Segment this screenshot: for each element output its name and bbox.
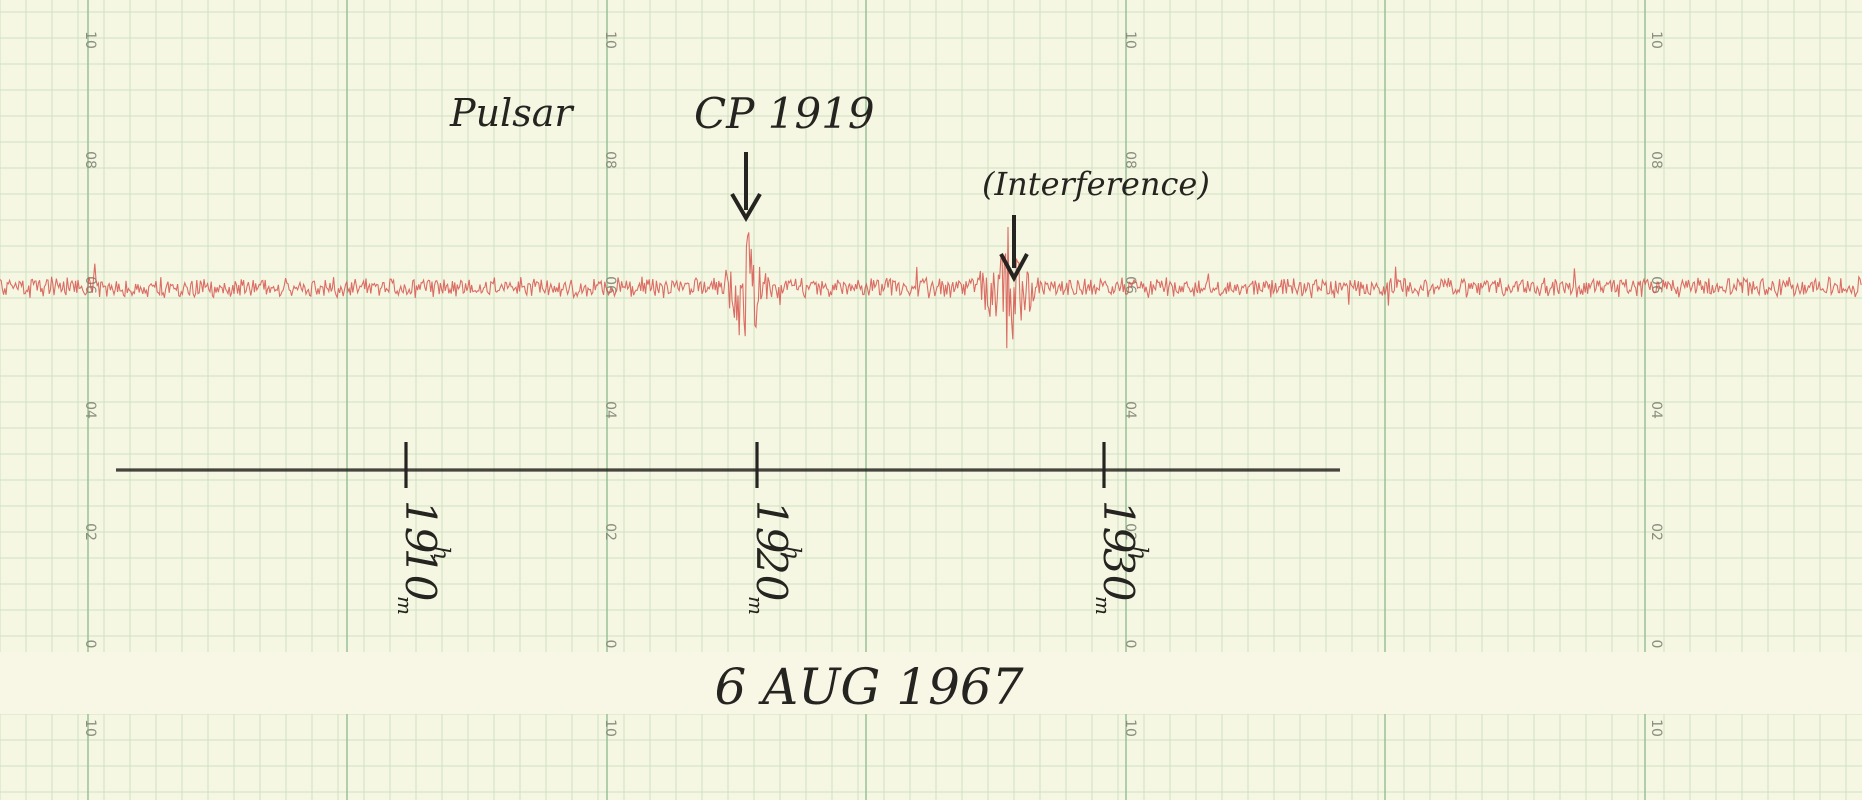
time-mark-label: 19h10m (393, 500, 453, 615)
y-tick-label: 0 (1648, 640, 1664, 649)
y-tick-label: 10 (602, 31, 618, 49)
y-tick-label: 0 (602, 640, 618, 649)
time-mark-minutes: 30 (1094, 548, 1143, 601)
time-mark-minutes: 20 (747, 547, 796, 601)
time-mark-minutes-suffix: m (393, 596, 417, 615)
time-mark-minutes-suffix: m (1091, 596, 1115, 615)
time-mark-label: 19h20m (744, 500, 804, 615)
y-tick-label: 02 (1648, 523, 1664, 541)
lower-strip-tick-label: 10 (602, 719, 618, 737)
y-tick-label: 08 (602, 151, 618, 169)
y-tick-label: 10 (82, 31, 98, 49)
y-tick-label: 04 (602, 401, 618, 419)
lower-strip-tick-label: 10 (1122, 719, 1138, 737)
annotation-pulsar-word: Pulsar (449, 91, 575, 135)
y-tick-label: 02 (602, 523, 618, 541)
time-mark-label: 19h30m (1091, 500, 1151, 615)
annotation-pulsar-name: CP 1919 (694, 89, 875, 138)
annotation-interference: (Interference) (982, 165, 1210, 203)
y-tick-label: 08 (82, 151, 98, 169)
lower-strip-tick-label: 10 (82, 719, 98, 737)
y-tick-label: 10 (1122, 31, 1138, 49)
chart-svg: 1008060402010100806040201010080604020101… (0, 0, 1862, 800)
time-mark-minutes-suffix: m (744, 596, 768, 615)
y-tick-label: 0 (82, 640, 98, 649)
y-tick-label: 02 (82, 523, 98, 541)
y-tick-label: 0 (1122, 640, 1138, 649)
chart-recording: 10 08 06 04 02 0 10 10 08 06 04 02 0 10 10 08 06 04 02 0 10 1… (0, 0, 1862, 800)
time-mark-minutes: 10 (396, 548, 445, 601)
lower-strip-tick-label: 10 (1648, 719, 1664, 737)
y-tick-label: 04 (1648, 401, 1664, 419)
y-tick-label: 10 (1648, 31, 1664, 49)
y-tick-label: 08 (1648, 151, 1664, 169)
annotation-date: 6 AUG 1967 (714, 658, 1023, 716)
y-tick-label: 04 (82, 401, 98, 419)
y-tick-label: 04 (1122, 401, 1138, 419)
